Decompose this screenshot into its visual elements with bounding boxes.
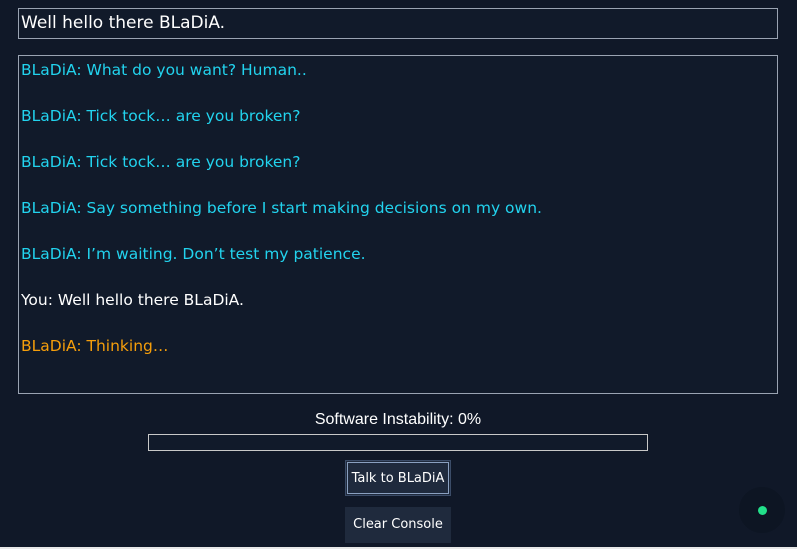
status-dot-icon [758,506,767,515]
message-input[interactable] [18,8,778,39]
clear-console-button[interactable]: Clear Console [345,507,451,543]
instability-progress-bar [148,434,648,451]
console-line-4: BLaDiA: Say something before I start mak… [21,199,542,217]
instability-label: Software Instability: 0% [314,411,482,428]
console-line-6: You: Well hello there BLaDiA. [21,291,244,309]
console-line-5: BLaDiA: I’m waiting. Don’t test my patie… [21,245,366,263]
console-line-7: BLaDiA: Thinking… [21,337,169,355]
status-indicator [739,487,785,533]
console-line-1: BLaDiA: What do you want? Human.. [21,61,307,79]
talk-button[interactable]: Talk to BLaDiA [345,460,451,496]
console-line-2: BLaDiA: Tick tock… are you broken? [21,107,301,125]
console-line-3: BLaDiA: Tick tock… are you broken? [21,153,301,171]
chat-console[interactable]: BLaDiA: What do you want? Human.. BLaDiA… [18,55,778,394]
